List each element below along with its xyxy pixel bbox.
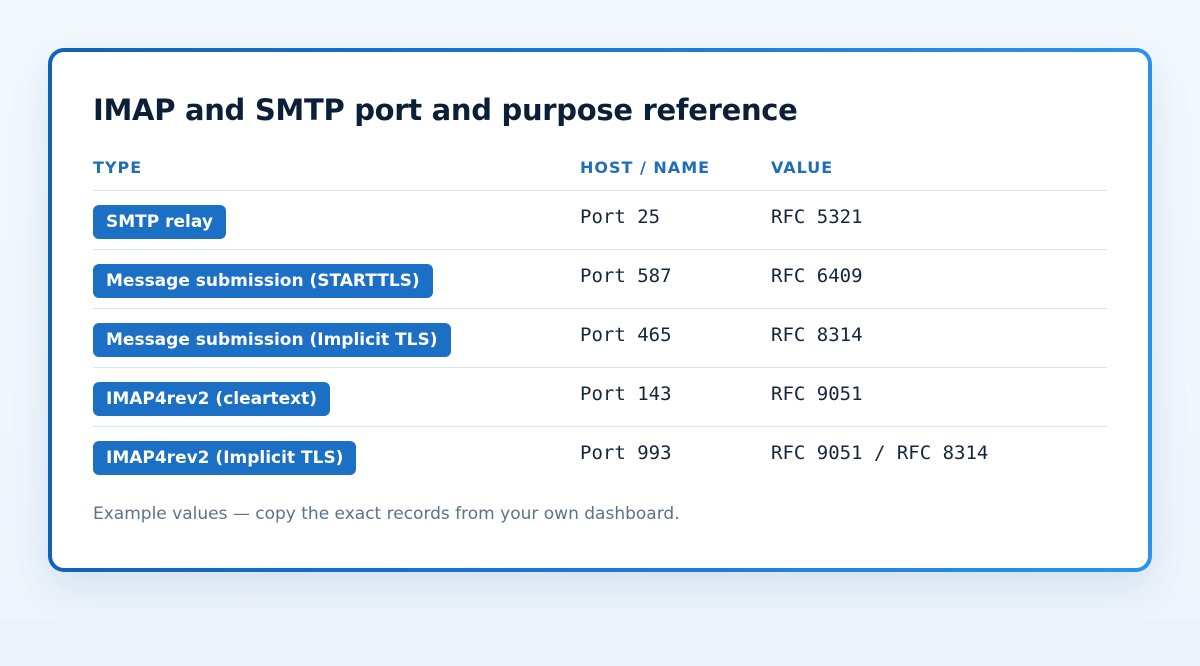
type-badge: Message submission (STARTTLS) (93, 264, 433, 298)
column-header-type: TYPE (93, 158, 143, 177)
value-cell: RFC 9051 / RFC 8314 (771, 442, 989, 464)
page-bottom-band (0, 620, 1200, 666)
type-badge: IMAP4rev2 (cleartext) (93, 382, 331, 416)
type-badge: Message submission (Implicit TLS) (93, 323, 451, 357)
table-row: IMAP4rev2 (cleartext) Port 143 RFC 9051 (93, 368, 1107, 427)
table-row: IMAP4rev2 (Implicit TLS) Port 993 RFC 90… (93, 427, 1107, 485)
table-row: SMTP relay Port 25 RFC 5321 (93, 191, 1107, 250)
port-reference-table: TYPE HOST / NAME VALUE SMTP relay Port 2… (93, 152, 1107, 485)
table-row: Message submission (Implicit TLS) Port 4… (93, 309, 1107, 368)
value-cell: RFC 5321 (771, 206, 863, 228)
host-cell: Port 587 (580, 265, 672, 287)
table-header-row: TYPE HOST / NAME VALUE (93, 152, 1107, 191)
table-row: Message submission (STARTTLS) Port 587 R… (93, 250, 1107, 309)
host-cell: Port 143 (580, 383, 672, 405)
host-cell: Port 993 (580, 442, 672, 464)
type-badge: IMAP4rev2 (Implicit TLS) (93, 441, 357, 475)
column-header-value: VALUE (771, 158, 834, 177)
reference-card: IMAP and SMTP port and purpose reference… (48, 48, 1152, 572)
type-badge: SMTP relay (93, 205, 226, 239)
value-cell: RFC 8314 (771, 324, 863, 346)
host-cell: Port 25 (580, 206, 661, 228)
reference-card-body: IMAP and SMTP port and purpose reference… (52, 52, 1148, 568)
host-cell: Port 465 (580, 324, 672, 346)
value-cell: RFC 9051 (771, 383, 863, 405)
footnote: Example values — copy the exact records … (93, 504, 680, 524)
card-title: IMAP and SMTP port and purpose reference (93, 93, 798, 127)
value-cell: RFC 6409 (771, 265, 863, 287)
column-header-host: HOST / NAME (580, 158, 711, 177)
